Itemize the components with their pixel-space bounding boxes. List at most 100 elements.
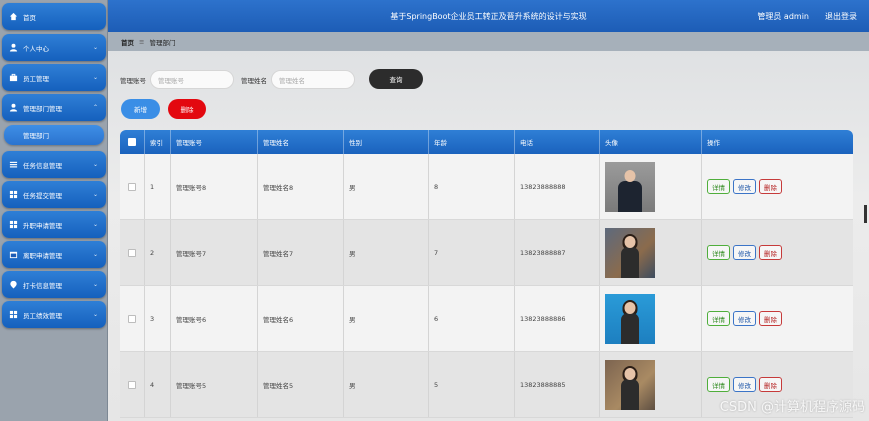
detail-button[interactable]: 详情 bbox=[707, 179, 730, 194]
cell-name: 管理姓名6 bbox=[258, 286, 344, 351]
header-age: 年龄 bbox=[429, 130, 515, 154]
watermark: CSDN @计算机程序源码 bbox=[719, 400, 865, 415]
sidebar: 首页 个人中心 ⌄ 员工管理 ⌄ 管理部门管理 ⌃ 管理部门 任务信息管理 ⌄ … bbox=[0, 0, 108, 421]
row-checkbox[interactable] bbox=[128, 248, 136, 257]
logout-link[interactable]: 退出登录 bbox=[825, 11, 857, 22]
breadcrumb: 首页 ≡ 管理部门 bbox=[108, 32, 869, 51]
header-actions: 操作 bbox=[707, 139, 720, 147]
select-all-checkbox[interactable] bbox=[128, 138, 136, 146]
row-checkbox[interactable] bbox=[128, 380, 136, 389]
cell-name: 管理姓名8 bbox=[258, 154, 344, 219]
chevron-down-icon: ⌄ bbox=[92, 251, 98, 258]
row-actions: 详情 修改 删除 bbox=[707, 179, 782, 194]
sidebar-item-home[interactable]: 首页 bbox=[2, 3, 106, 30]
row-actions: 详情 修改 删除 bbox=[707, 245, 782, 260]
cell-index: 2 bbox=[145, 220, 171, 285]
edit-button[interactable]: 修改 bbox=[733, 179, 756, 194]
sidebar-item-department[interactable]: 管理部门管理 ⌃ bbox=[2, 94, 106, 121]
account-input[interactable]: 管理账号 bbox=[150, 70, 234, 89]
sidebar-item-performance[interactable]: 员工绩效管理 ⌄ bbox=[2, 301, 106, 328]
cell-name: 管理姓名7 bbox=[258, 220, 344, 285]
header-avatar: 头像 bbox=[600, 130, 702, 154]
sidebar-item-label: 打卡信息管理 bbox=[23, 281, 62, 290]
cell-age: 6 bbox=[429, 286, 515, 351]
avatar bbox=[605, 293, 655, 344]
grid-icon bbox=[9, 220, 18, 229]
query-button[interactable]: 查询 bbox=[369, 69, 423, 89]
sidebar-item-checkin[interactable]: 打卡信息管理 ⌄ bbox=[2, 271, 106, 298]
cell-age: 8 bbox=[429, 154, 515, 219]
edit-button[interactable]: 修改 bbox=[733, 245, 756, 260]
select-all-cell bbox=[120, 130, 145, 154]
name-input[interactable]: 管理姓名 bbox=[271, 70, 355, 89]
chevron-down-icon: ⌄ bbox=[92, 191, 98, 198]
row-delete-button[interactable]: 删除 bbox=[759, 179, 782, 194]
cell-age: 5 bbox=[429, 352, 515, 417]
detail-button[interactable]: 详情 bbox=[707, 377, 730, 392]
data-table: 索引 管理账号 管理姓名 性别 年龄 电话 头像 操作 1 管理账号8 管理姓名… bbox=[120, 130, 853, 418]
chevron-down-icon: ⌄ bbox=[92, 74, 98, 81]
chevron-down-icon: ⌄ bbox=[92, 161, 98, 168]
main-content: 管理账号 管理账号 管理姓名 管理姓名 查询 新增 删除 索引 管理账号 管理姓… bbox=[108, 51, 869, 421]
cell-gender: 男 bbox=[344, 352, 429, 417]
sidebar-item-task-submit[interactable]: 任务提交管理 ⌄ bbox=[2, 181, 106, 208]
edit-button[interactable]: 修改 bbox=[733, 377, 756, 392]
sidebar-item-label: 管理部门管理 bbox=[23, 104, 62, 113]
cell-gender: 男 bbox=[344, 154, 429, 219]
row-delete-button[interactable]: 删除 bbox=[759, 245, 782, 260]
calendar-icon bbox=[9, 250, 18, 259]
sidebar-item-label: 首页 bbox=[23, 13, 36, 22]
cell-actions: 详情 修改 删除 bbox=[702, 154, 853, 219]
sidebar-item-label: 升职申请管理 bbox=[23, 221, 62, 230]
grid-icon bbox=[9, 190, 18, 199]
sidebar-item-label: 员工绩效管理 bbox=[23, 311, 62, 320]
row-checkbox[interactable] bbox=[128, 182, 136, 191]
detail-button[interactable]: 详情 bbox=[707, 311, 730, 326]
avatar-figure-body bbox=[621, 378, 639, 410]
sidebar-item-label: 个人中心 bbox=[23, 44, 49, 53]
avatar-figure-head bbox=[624, 301, 636, 314]
system-title: 基于SpringBoot企业员工转正及晋升系统的设计与实现 bbox=[390, 12, 587, 21]
search-bar: 管理账号 管理账号 管理姓名 管理姓名 bbox=[120, 70, 362, 89]
header-index: 索引 bbox=[145, 130, 171, 154]
sidebar-subitem-department[interactable]: 管理部门 bbox=[4, 125, 104, 145]
row-checkbox[interactable] bbox=[128, 314, 136, 323]
breadcrumb-separator: ≡ bbox=[139, 37, 145, 46]
briefcase-icon bbox=[9, 73, 18, 82]
table-row: 1 管理账号8 管理姓名8 男 8 13823888888 详情 修改 删除 bbox=[120, 154, 853, 220]
sidebar-item-resignation[interactable]: 离职申请管理 ⌄ bbox=[2, 241, 106, 268]
list-icon bbox=[9, 160, 18, 169]
avatar bbox=[605, 227, 655, 278]
cell-gender: 男 bbox=[344, 220, 429, 285]
scrollbar-thumb[interactable] bbox=[864, 205, 867, 223]
cell-phone: 13823888887 bbox=[515, 220, 600, 285]
cell-phone: 13823888888 bbox=[515, 154, 600, 219]
add-button[interactable]: 新增 bbox=[121, 99, 160, 119]
chevron-down-icon: ⌄ bbox=[92, 44, 98, 51]
cell-avatar bbox=[600, 220, 702, 285]
edit-button[interactable]: 修改 bbox=[733, 311, 756, 326]
sidebar-item-employee[interactable]: 员工管理 ⌄ bbox=[2, 64, 106, 91]
chevron-up-icon: ⌃ bbox=[92, 104, 98, 111]
table-header: 索引 管理账号 管理姓名 性别 年龄 电话 头像 操作 bbox=[120, 130, 853, 154]
sidebar-item-task-info[interactable]: 任务信息管理 ⌄ bbox=[2, 151, 106, 178]
sidebar-item-label: 离职申请管理 bbox=[23, 251, 62, 260]
sidebar-item-personal-center[interactable]: 个人中心 ⌄ bbox=[2, 34, 106, 61]
sidebar-item-label: 任务信息管理 bbox=[23, 161, 62, 170]
home-icon bbox=[9, 12, 18, 21]
avatar-figure-head bbox=[624, 367, 636, 380]
cell-account: 管理账号5 bbox=[171, 352, 258, 417]
grid-icon bbox=[9, 310, 18, 319]
delete-button[interactable]: 删除 bbox=[168, 99, 206, 119]
avatar bbox=[605, 161, 655, 212]
breadcrumb-home[interactable]: 首页 bbox=[121, 37, 134, 47]
row-delete-button[interactable]: 删除 bbox=[759, 311, 782, 326]
cell-phone: 13823888886 bbox=[515, 286, 600, 351]
detail-button[interactable]: 详情 bbox=[707, 245, 730, 260]
cell-avatar bbox=[600, 286, 702, 351]
row-select-cell bbox=[120, 286, 145, 351]
header-gender: 性别 bbox=[344, 130, 429, 154]
sidebar-item-promotion[interactable]: 升职申请管理 ⌄ bbox=[2, 211, 106, 238]
cell-avatar bbox=[600, 352, 702, 417]
row-delete-button[interactable]: 删除 bbox=[759, 377, 782, 392]
